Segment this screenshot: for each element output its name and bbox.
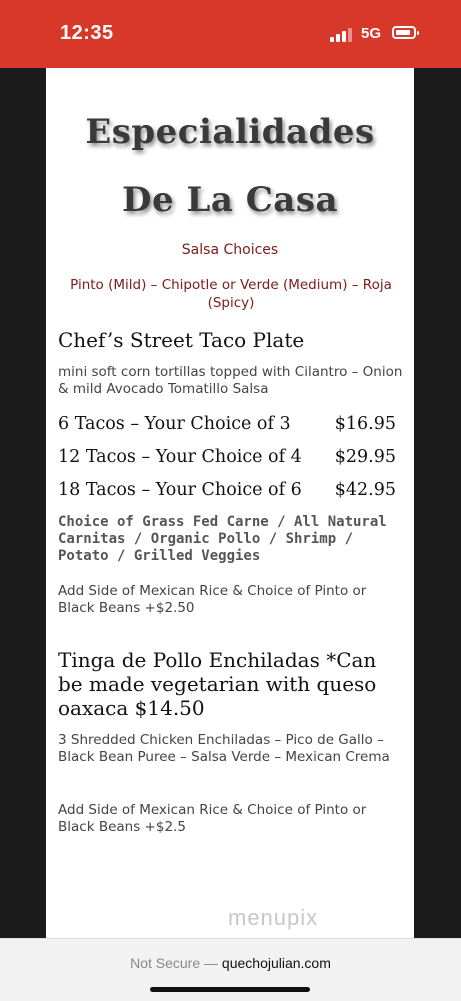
menu-page[interactable]: Especialidades De La Casa Salsa Choices … (46, 68, 414, 938)
home-indicator[interactable] (150, 987, 310, 992)
price-row-label: 18 Tacos – Your Choice of 6 (58, 480, 302, 500)
price-row: 18 Tacos – Your Choice of 6 $42.95 (58, 480, 396, 504)
price-row-label: 12 Tacos – Your Choice of 4 (58, 447, 302, 467)
price-row-label: 6 Tacos – Your Choice of 3 (58, 414, 291, 434)
watermark-logo: menupix (228, 905, 319, 930)
salsa-options: Pinto (Mild) – Chipotle or Verde (Medium… (70, 277, 392, 311)
dish-title-street-tacos: Chef’s Street Taco Plate (58, 328, 305, 352)
price-row-price: $16.95 (334, 414, 396, 434)
network-label: 5G (361, 25, 382, 42)
dish-description-street-tacos: mini soft corn tortillas topped with Cil… (58, 364, 403, 397)
price-row-price: $42.95 (334, 480, 396, 500)
signal-strength-icon (330, 28, 352, 42)
page-margin-right (414, 68, 461, 938)
side-addon-text: Add Side of Mexican Rice & Choice of Pin… (58, 583, 367, 616)
dish-title-enchiladas: Tinga de Pollo Enchiladas *Can be made v… (58, 648, 377, 720)
protein-choices: Choice of Grass Fed Carne / All Natural … (58, 514, 387, 564)
menu-title-line2: De La Casa (122, 180, 338, 220)
price-row: 6 Tacos – Your Choice of 3 $16.95 (58, 414, 396, 438)
price-row-price: $29.95 (334, 447, 396, 467)
url-domain: quechojulian.com (221, 955, 331, 971)
status-time: 12:35 (60, 22, 114, 44)
menu-title-line1: Especialidades (85, 112, 375, 152)
dish-description-enchiladas: 3 Shredded Chicken Enchiladas – Pico de … (58, 732, 390, 765)
status-bar: 12:35 5G (0, 0, 461, 68)
security-status: Not Secure — (130, 955, 219, 971)
browser-address-bar[interactable]: Not Secure — quechojulian.com (0, 938, 461, 1001)
side-addon-text: Add Side of Mexican Rice & Choice of Pin… (58, 802, 367, 835)
battery-icon (392, 26, 419, 39)
salsa-choices-heading: Salsa Choices (181, 242, 279, 258)
price-row: 12 Tacos – Your Choice of 4 $29.95 (58, 447, 396, 471)
page-margin-left (0, 68, 46, 938)
url-display[interactable]: Not Secure — quechojulian.com (0, 955, 461, 971)
